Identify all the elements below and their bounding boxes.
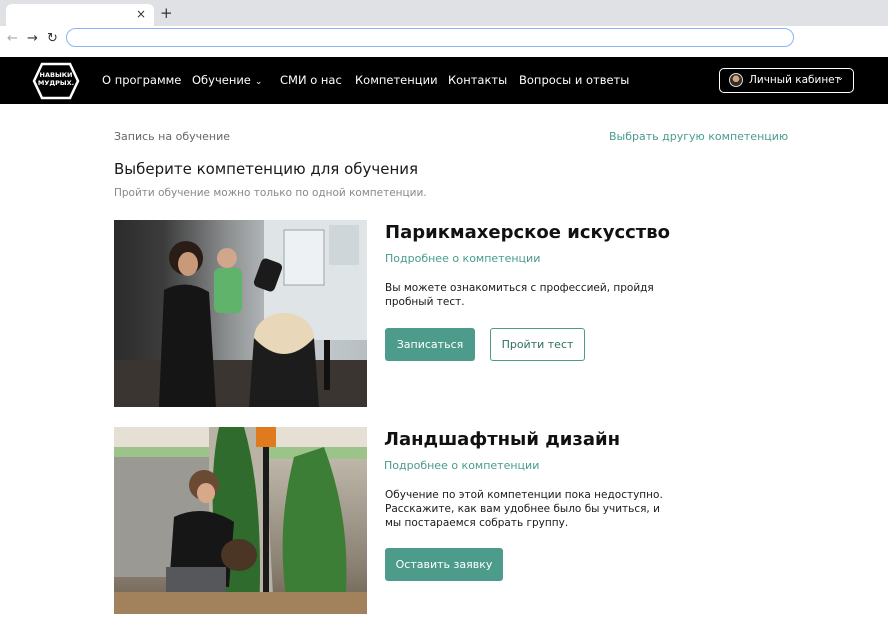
nav-item-media[interactable]: СМИ о нас	[280, 73, 342, 87]
nav-item-competencies[interactable]: Компетенции	[355, 73, 438, 87]
card-description: Обучение по этой компетенции пока недост…	[385, 489, 663, 529]
nav-item-about[interactable]: О программе	[102, 73, 181, 87]
competency-details-link[interactable]: Подробнее о компетенции	[385, 252, 540, 265]
card-description: Вы можете ознакомиться с профессией, про…	[385, 282, 654, 308]
nav-item-label: Контакты	[448, 73, 508, 87]
close-tab-icon[interactable]: ×	[136, 7, 146, 21]
page-subtitle: Пройти обучение можно только по одной ко…	[114, 187, 427, 199]
nav-item-label: Обучение	[192, 73, 251, 87]
avatar	[729, 73, 743, 87]
card-title: Ландшафтный дизайн	[384, 429, 621, 450]
choose-other-competency-link[interactable]: Выбрать другую компетенцию	[609, 130, 788, 143]
page-title: Выберите компетенцию для обучения	[114, 160, 419, 178]
address-bar[interactable]	[66, 28, 794, 47]
chevron-down-icon: ⌄	[836, 73, 844, 83]
nav-item-label: Вопросы и ответы	[519, 73, 630, 87]
card-title: Парикмахерское искусство	[385, 222, 670, 243]
site-header: НАВЫКИ МУДРЫХ. О программе Обучение ⌄ СМИ…	[0, 57, 888, 104]
landscape-design-photo	[114, 427, 367, 614]
enroll-button[interactable]: Записаться	[385, 328, 475, 361]
hairdresser-photo	[114, 220, 367, 407]
reload-icon[interactable]: ↻	[47, 31, 58, 46]
nav-item-label: О программе	[102, 73, 182, 87]
logo-text: НАВЫКИ МУДРЫХ.	[37, 71, 75, 87]
forward-arrow-icon[interactable]: →	[27, 31, 38, 46]
nav-item-training[interactable]: Обучение ⌄	[192, 73, 262, 87]
nav-item-contacts[interactable]: Контакты	[448, 73, 507, 87]
browser-toolbar: ← → ↻	[0, 26, 888, 57]
new-tab-icon[interactable]: +	[160, 4, 173, 22]
breadcrumb: Запись на обучение	[114, 130, 230, 143]
nav-item-label: СМИ о нас	[280, 73, 342, 87]
chevron-down-icon: ⌄	[254, 77, 263, 87]
site-logo[interactable]: НАВЫКИ МУДРЫХ.	[32, 61, 80, 101]
take-test-button[interactable]: Пройти тест	[490, 328, 585, 361]
browser-tab[interactable]: ×	[6, 4, 154, 26]
back-arrow-icon[interactable]: ←	[7, 31, 18, 46]
nav-item-faq[interactable]: Вопросы и ответы	[519, 73, 629, 87]
browser-tab-bar: × +	[0, 0, 888, 26]
leave-request-button[interactable]: Оставить заявку	[385, 548, 503, 581]
account-button[interactable]: Личный кабинет ⌄	[719, 68, 854, 93]
competency-details-link[interactable]: Подробнее о компетенции	[384, 459, 539, 472]
account-label: Личный кабинет	[749, 74, 841, 86]
nav-item-label: Компетенции	[355, 73, 438, 87]
